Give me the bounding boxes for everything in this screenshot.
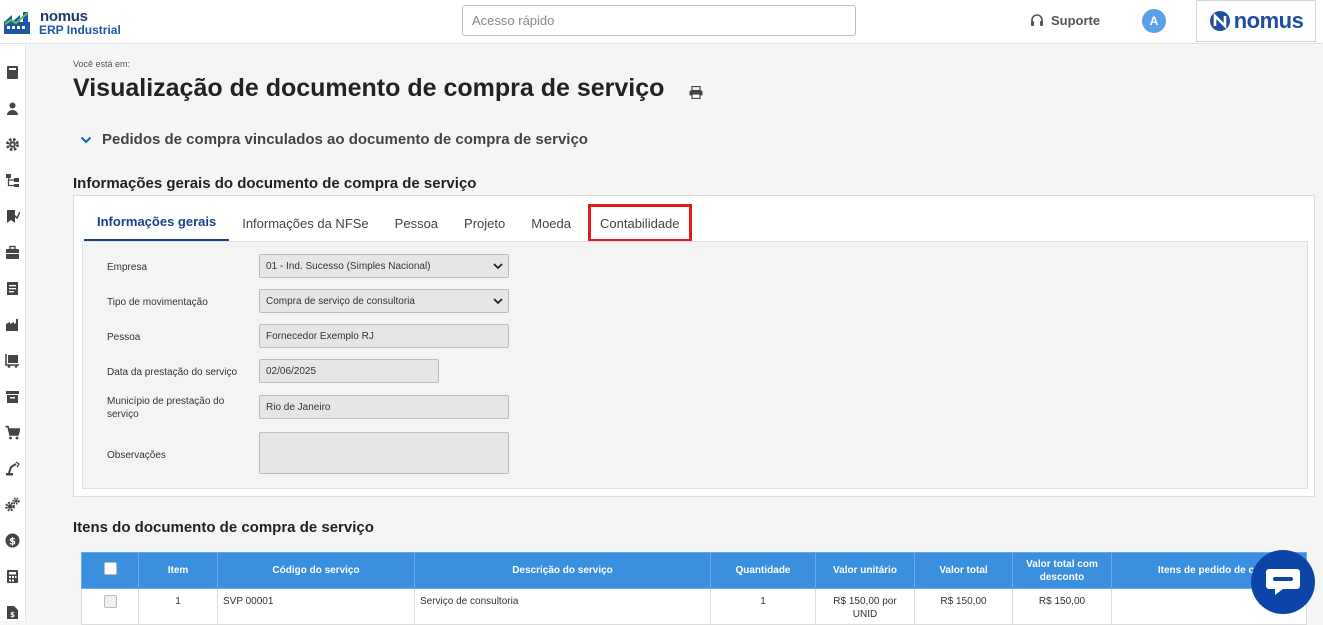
svg-text:$: $: [10, 611, 15, 619]
cell-unit-value: R$ 150,00 por UNID: [815, 588, 915, 625]
col-item: Item: [138, 552, 218, 589]
company-select[interactable]: 01 - Ind. Sucesso (Simples Nacional): [259, 254, 509, 278]
tab-general-info[interactable]: Informações gerais: [84, 204, 230, 242]
factory-logo-icon: [4, 12, 30, 34]
pallet-icon[interactable]: [5, 353, 20, 368]
page-title: Visualização de documento de compra de s…: [73, 74, 665, 102]
general-info-form: Empresa 01 - Ind. Sucesso (Simples Nacio…: [82, 241, 1308, 489]
gears-icon[interactable]: [5, 497, 20, 512]
headset-icon: [1031, 13, 1043, 26]
company-label: Empresa: [107, 262, 148, 273]
logo-subtitle: ERP Industrial: [39, 23, 121, 37]
dollar-icon[interactable]: $: [5, 533, 20, 548]
col-discounted-total: Valor total com desconto: [1012, 552, 1112, 589]
nomus-erp-logo[interactable]: nomus ERP Industrial: [4, 8, 124, 38]
cell-discounted-total: R$ 150,00: [1012, 588, 1112, 625]
observations-label: Observações: [107, 450, 166, 461]
hierarchy-icon[interactable]: [5, 173, 20, 188]
file-dollar-icon[interactable]: $: [5, 605, 20, 620]
factory-icon[interactable]: [5, 317, 20, 332]
document-icon[interactable]: [5, 281, 20, 296]
person-label: Pessoa: [107, 332, 141, 343]
linked-orders-accordion[interactable]: Pedidos de compra vinculados ao document…: [80, 131, 588, 148]
person-field[interactable]: [259, 324, 509, 348]
print-icon[interactable]: [689, 86, 703, 99]
col-service-description: Descrição do serviço: [414, 552, 711, 589]
col-service-code: Código do serviço: [217, 552, 415, 589]
general-info-panel: Informações gerais Informações da NFSe P…: [73, 195, 1315, 497]
cell-service-description: Serviço de consultoria: [414, 588, 711, 625]
chat-button[interactable]: [1251, 550, 1315, 614]
user-avatar[interactable]: A: [1142, 9, 1166, 33]
table-row: 1 SVP 00001 Serviço de consultoria 1 R$ …: [81, 588, 1307, 625]
col-total-value: Valor total: [914, 552, 1013, 589]
calculator-icon[interactable]: [5, 569, 20, 584]
book-icon[interactable]: [5, 65, 20, 80]
nomus-n-icon: [1209, 11, 1230, 31]
briefcase-icon[interactable]: [5, 245, 20, 260]
archive-icon[interactable]: [5, 389, 20, 404]
svg-text:$: $: [9, 536, 16, 547]
breadcrumb: Você está em:: [73, 59, 131, 69]
cell-service-code: SVP 00001: [217, 588, 415, 625]
bookmark-icon[interactable]: [5, 209, 20, 224]
cell-item: 1: [138, 588, 218, 625]
chevron-down-icon: [80, 136, 92, 143]
tab-project[interactable]: Projeto: [451, 204, 518, 242]
table-header-row: Item Código do serviço Descrição do serv…: [81, 552, 1307, 589]
cell-total-value: R$ 150,00: [914, 588, 1013, 625]
observations-field[interactable]: [259, 432, 509, 474]
user-icon[interactable]: [5, 101, 20, 116]
tab-accounting[interactable]: Contabilidade: [588, 204, 692, 242]
tab-bar: Informações gerais Informações da NFSe P…: [84, 204, 692, 242]
select-all-checkbox[interactable]: [103, 562, 117, 575]
accordion-label: Pedidos de compra vinculados ao document…: [102, 131, 588, 148]
items-section-title: Itens do documento de compra de serviço: [73, 519, 374, 536]
general-info-section-title: Informações gerais do documento de compr…: [73, 175, 477, 192]
sidebar: $ $: [0, 44, 26, 621]
brand-logo: nomus: [1196, 0, 1316, 42]
movement-type-label: Tipo de movimentação: [107, 297, 208, 308]
cart-icon[interactable]: [5, 425, 20, 440]
support-link[interactable]: Suporte: [1030, 13, 1100, 28]
tab-person[interactable]: Pessoa: [382, 204, 451, 242]
gear-icon[interactable]: [5, 137, 20, 152]
municipality-field[interactable]: [259, 395, 509, 419]
col-unit-value: Valor unitário: [815, 552, 915, 589]
chat-bubble-icon: [1266, 569, 1300, 595]
top-bar: nomus ERP Industrial Suporte A nomus: [0, 0, 1323, 44]
items-table: Item Código do serviço Descrição do serv…: [81, 552, 1307, 625]
municipality-label-line1: Município de prestação do: [107, 396, 225, 407]
quick-access-input[interactable]: [462, 5, 856, 36]
support-label: Suporte: [1051, 13, 1101, 28]
service-date-label: Data da prestação do serviço: [107, 367, 238, 378]
movement-type-select[interactable]: Compra de serviço de consultoria: [259, 289, 509, 313]
municipality-label-line2: serviço: [107, 409, 139, 420]
cell-quantity: 1: [710, 588, 816, 625]
tab-nfse-info[interactable]: Informações da NFSe: [229, 204, 381, 242]
row-checkbox[interactable]: [103, 595, 117, 608]
col-quantity: Quantidade: [710, 552, 816, 589]
robot-arm-icon[interactable]: [5, 461, 20, 476]
service-date-field[interactable]: [259, 359, 439, 383]
tab-currency[interactable]: Moeda: [518, 204, 584, 242]
brand-text: nomus: [1233, 8, 1304, 33]
